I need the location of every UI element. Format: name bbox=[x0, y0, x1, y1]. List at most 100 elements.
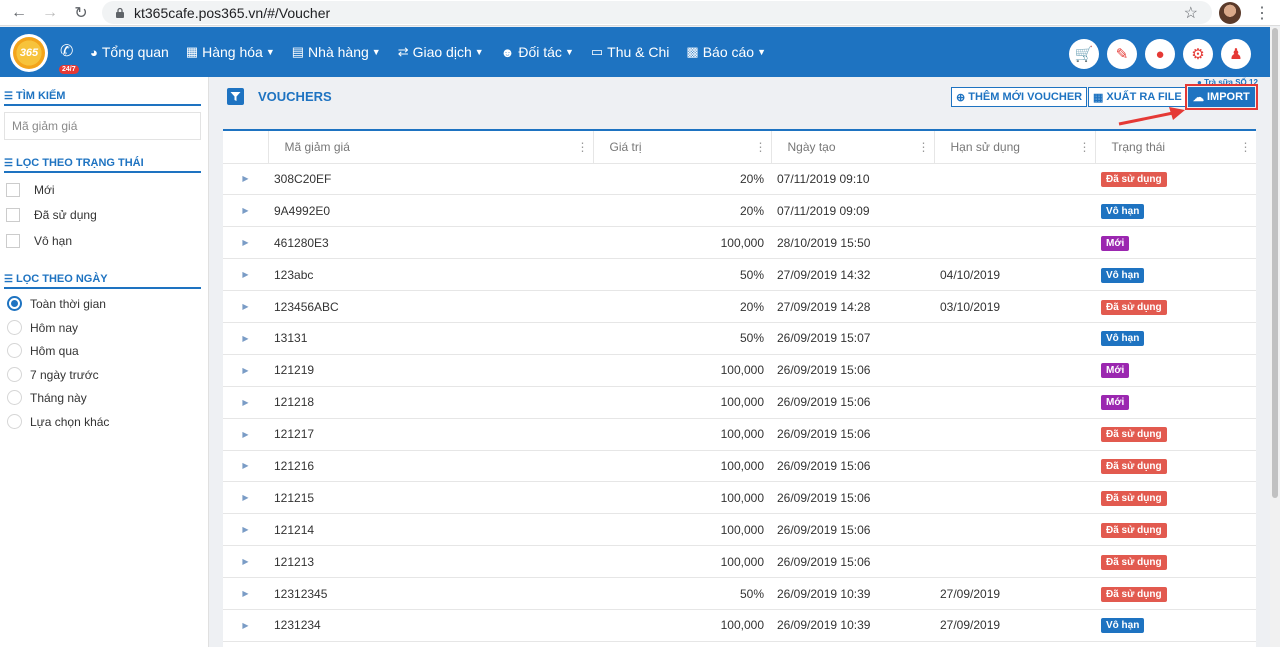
table-row[interactable]: ▶ 1231234 100,000 26/09/2019 10:39 27/09/201… bbox=[223, 609, 1256, 642]
browser-menu-icon[interactable]: ⋮ bbox=[1254, 3, 1270, 23]
import-button[interactable]: ☁ IMPORT bbox=[1185, 84, 1258, 110]
radio-button[interactable] bbox=[7, 296, 22, 311]
reload-icon[interactable]: ↻ bbox=[69, 1, 93, 25]
add-voucher-button[interactable]: ⊕ THÊM MỚI VOUCHER bbox=[951, 87, 1088, 107]
column-menu-icon[interactable]: ⋮ bbox=[918, 140, 930, 154]
expand-row-icon[interactable]: ▶ bbox=[223, 290, 268, 323]
menu-item-doi-tac[interactable]: ☻ Đối tác ▼ bbox=[501, 44, 574, 60]
column-menu-icon[interactable]: ⋮ bbox=[1079, 140, 1091, 154]
table-row[interactable]: ▶ 123456ABC 20% 27/09/2019 14:28 03/10/2019 Đ… bbox=[223, 290, 1256, 323]
table-row[interactable]: ▶ 121219 100,000 26/09/2019 15:06 Mới bbox=[223, 354, 1256, 387]
table-row[interactable]: ▶ 121213 100,000 26/09/2019 15:06 Đã sử dụng bbox=[223, 545, 1256, 579]
checkbox[interactable] bbox=[6, 234, 20, 248]
expand-row-icon[interactable]: ▶ bbox=[223, 163, 268, 196]
export-file-button[interactable]: ▦ XUẤT RA FILE bbox=[1088, 87, 1187, 107]
page-scrollbar-thumb[interactable] bbox=[1272, 28, 1278, 498]
status-option-unlimited[interactable]: Vô hạn bbox=[6, 234, 72, 248]
date-option-today[interactable]: Hôm nay bbox=[7, 320, 78, 335]
option-label: Đã sử dụng bbox=[34, 208, 97, 222]
expand-row-icon[interactable]: ▶ bbox=[223, 450, 268, 483]
expand-row-icon[interactable]: ▶ bbox=[223, 226, 268, 260]
table-row[interactable]: ▶ 9A4992E0 20% 07/11/2019 09:09 Vô hạn bbox=[223, 194, 1256, 228]
radio-button[interactable] bbox=[7, 367, 22, 382]
back-icon[interactable]: ← bbox=[7, 1, 31, 25]
table-row[interactable]: ▶ 121216 100,000 26/09/2019 15:06 Đã sử dụng bbox=[223, 450, 1256, 483]
cart-icon[interactable]: 🛒 bbox=[1069, 39, 1099, 69]
status-option-new[interactable]: Mới bbox=[6, 183, 55, 197]
user-icon[interactable]: ♟ bbox=[1221, 39, 1251, 69]
expand-row-icon[interactable]: ▶ bbox=[223, 418, 268, 451]
expand-row-icon[interactable]: ▶ bbox=[223, 513, 268, 547]
column-header-value[interactable]: Giá trị ⋮ bbox=[593, 131, 772, 164]
table-header-row: Mã giảm giá ⋮ Giá trị ⋮ Ngày tạo ⋮ Hạn sử d… bbox=[223, 131, 1256, 164]
column-header-created[interactable]: Ngày tạo ⋮ bbox=[771, 131, 935, 164]
list-icon: ☰ bbox=[4, 273, 13, 285]
menu-item-giao-dich[interactable]: ⇄ Giao dịch ▼ bbox=[398, 44, 484, 60]
table-row[interactable]: ▶ 121218 100,000 26/09/2019 15:06 Mới bbox=[223, 386, 1256, 419]
users-icon: ☻ bbox=[500, 44, 515, 60]
menu-label: Hàng hóa bbox=[202, 44, 263, 60]
column-menu-icon[interactable]: ⋮ bbox=[1240, 140, 1252, 154]
column-menu-icon[interactable]: ⋮ bbox=[577, 140, 589, 154]
cell-code: 121216 bbox=[268, 450, 593, 483]
menu-item-bao-cao[interactable]: ▩ Báo cáo ▼ bbox=[686, 44, 766, 60]
option-label: Hôm nay bbox=[30, 320, 79, 335]
bookmark-star-icon[interactable]: ☆ bbox=[1184, 3, 1198, 23]
date-option-this-month[interactable]: Tháng này bbox=[7, 390, 87, 405]
expand-row-icon[interactable]: ▶ bbox=[223, 609, 268, 642]
table-row[interactable]: ▶ 121214 100,000 26/09/2019 15:06 Đã sử dụng bbox=[223, 513, 1256, 547]
profile-avatar[interactable] bbox=[1219, 2, 1241, 24]
radio-button[interactable] bbox=[7, 320, 22, 335]
table-row[interactable]: ▶ 12312345 50% 26/09/2019 10:39 27/09/2019 Đã… bbox=[223, 577, 1256, 610]
phone-icon[interactable]: ✆ bbox=[60, 41, 73, 61]
menu-item-hang-hoa[interactable]: ▦ Hàng hóa ▼ bbox=[186, 44, 275, 60]
radio-button[interactable] bbox=[7, 390, 22, 405]
date-option-all-time[interactable]: Toàn thời gian bbox=[7, 296, 106, 311]
caret-down-icon: ▼ bbox=[757, 47, 766, 57]
menu-item-tong-quan[interactable]: ◕ Tổng quan bbox=[90, 44, 169, 60]
cell-created: 26/09/2019 10:39 bbox=[771, 609, 934, 642]
table-row[interactable]: ▶ 121217 100,000 26/09/2019 15:06 Đã sử dụng bbox=[223, 418, 1256, 451]
expand-row-icon[interactable]: ▶ bbox=[223, 194, 268, 228]
table-row[interactable]: ▶ 461280E3 100,000 28/10/2019 15:50 Mới bbox=[223, 226, 1256, 260]
column-header-status[interactable]: Trạng thái ⋮ bbox=[1095, 131, 1256, 164]
column-header-code[interactable]: Mã giảm giá ⋮ bbox=[268, 131, 594, 164]
expand-row-icon[interactable]: ▶ bbox=[223, 386, 268, 419]
table-row[interactable]: ▶ 121215 100,000 26/09/2019 15:06 Đã sử dụng bbox=[223, 481, 1256, 515]
voucher-code-search-input[interactable] bbox=[4, 112, 201, 140]
date-option-7-days[interactable]: 7 ngày trước bbox=[7, 367, 99, 382]
cell-created: 26/09/2019 15:06 bbox=[771, 545, 934, 579]
edit-icon[interactable]: ✎ bbox=[1107, 39, 1137, 69]
column-header-expiry[interactable]: Hạn sử dụng ⋮ bbox=[934, 131, 1096, 164]
status-option-used[interactable]: Đã sử dụng bbox=[6, 208, 97, 222]
date-option-custom[interactable]: Lựa chọn khác bbox=[7, 414, 109, 429]
radio-button[interactable] bbox=[7, 343, 22, 358]
checkbox[interactable] bbox=[6, 208, 20, 222]
radio-button[interactable] bbox=[7, 414, 22, 429]
expand-row-icon[interactable]: ▶ bbox=[223, 258, 268, 292]
expand-row-icon[interactable]: ▶ bbox=[223, 545, 268, 579]
expand-row-icon[interactable]: ▶ bbox=[223, 481, 268, 515]
app-header: 365 ✆ 24/7 ◕ Tổng quan ▦ Hàng hóa ▼ ▤ Nhà hà… bbox=[0, 27, 1270, 77]
table-row[interactable]: ▶ 123abc 50% 27/09/2019 14:32 04/10/2019 Vô h… bbox=[223, 258, 1256, 292]
menu-label: Báo cáo bbox=[702, 44, 755, 60]
checkbox[interactable] bbox=[6, 183, 20, 197]
gear-icon[interactable]: ⚙ bbox=[1183, 39, 1213, 69]
forward-icon[interactable]: → bbox=[38, 1, 62, 25]
expand-row-icon[interactable]: ▶ bbox=[223, 577, 268, 610]
menu-item-nha-hang[interactable]: ▤ Nhà hàng ▼ bbox=[292, 44, 381, 60]
map-marker-icon[interactable]: ● bbox=[1145, 39, 1175, 69]
filter-icon[interactable] bbox=[227, 88, 244, 105]
caret-down-icon: ▼ bbox=[564, 47, 574, 57]
table-row[interactable]: ▶ 13131 50% 26/09/2019 15:07 Vô hạn bbox=[223, 322, 1256, 355]
expand-row-icon[interactable]: ▶ bbox=[223, 354, 268, 387]
store-label[interactable]: ● Trà sữa SỐ 12 bbox=[1197, 78, 1258, 87]
expand-row-icon[interactable]: ▶ bbox=[223, 322, 268, 355]
date-option-yesterday[interactable]: Hôm qua bbox=[7, 343, 79, 358]
column-menu-icon[interactable]: ⋮ bbox=[755, 140, 767, 154]
address-bar[interactable]: kt365cafe.pos365.vn/#/Voucher ☆ bbox=[102, 1, 1212, 24]
menu-item-thu-chi[interactable]: ▭ Thu & Chi bbox=[591, 44, 670, 60]
table-row[interactable]: ▶ 308C20EF 20% 07/11/2019 09:10 Đã sử dụng bbox=[223, 163, 1256, 196]
logo[interactable]: 365 bbox=[10, 34, 48, 72]
cell-code: 121219 bbox=[268, 354, 593, 387]
